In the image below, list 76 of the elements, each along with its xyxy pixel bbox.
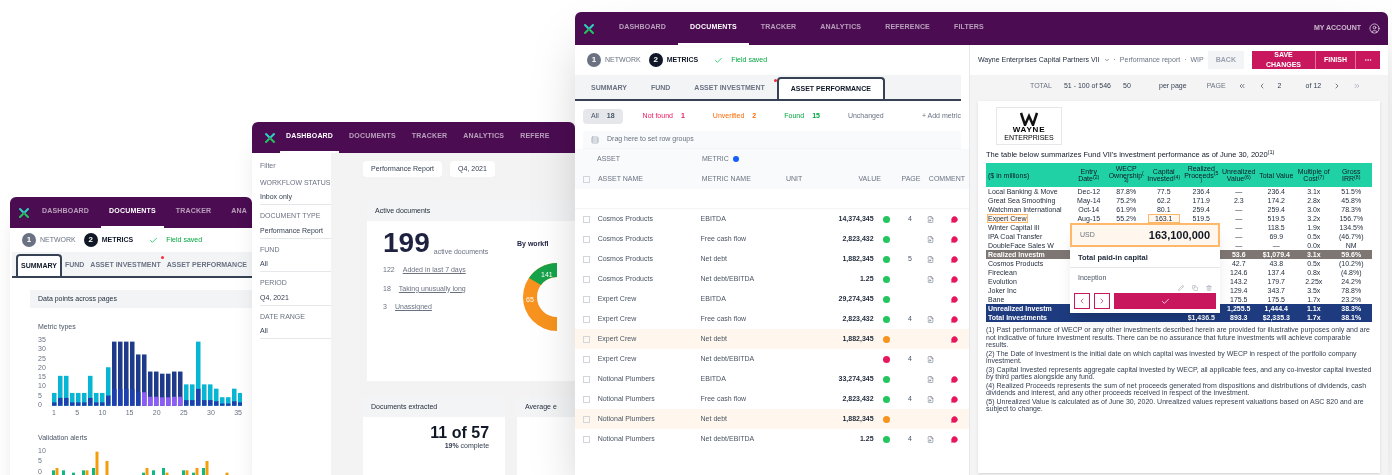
file-link-icon[interactable] [927, 275, 935, 283]
row-checkbox[interactable] [583, 435, 590, 443]
row-checkbox[interactable] [583, 315, 590, 323]
next-button[interactable] [1094, 293, 1110, 310]
bar-pair [92, 451, 99, 475]
row-checkbox[interactable] [583, 335, 590, 343]
comment-icon[interactable] [951, 235, 959, 243]
more-icon [1364, 56, 1372, 64]
row-checkbox[interactable] [583, 375, 590, 383]
bar-pair [225, 472, 229, 475]
row-checkbox[interactable] [583, 235, 590, 243]
big-number: 11 of 57 [430, 425, 490, 441]
row-checkbox[interactable] [583, 395, 590, 403]
bar-pair [72, 472, 75, 475]
bar-pair [162, 467, 169, 475]
file-link-icon[interactable] [927, 255, 935, 263]
bar-pair [62, 469, 65, 475]
file-link-icon[interactable] [927, 395, 935, 403]
comment-icon[interactable] [951, 315, 959, 323]
first-page-icon[interactable] [1237, 82, 1246, 90]
more-button[interactable] [1355, 51, 1380, 69]
logo-icon [18, 206, 30, 219]
comment-icon[interactable] [951, 295, 959, 303]
row-checkbox[interactable] [583, 275, 590, 283]
step-number: 2 [648, 53, 663, 67]
step-number: 2 [83, 233, 98, 247]
bar-pair [82, 469, 89, 475]
logo-mark-icon [1020, 111, 1038, 126]
row-checkbox[interactable] [583, 295, 590, 303]
chevron-right-icon [1098, 297, 1106, 306]
comment-icon[interactable] [951, 415, 959, 423]
logo-text: WAYNE [1012, 125, 1046, 134]
row-checkbox[interactable] [583, 415, 590, 423]
file-link-icon[interactable] [927, 315, 935, 323]
comment-icon[interactable] [951, 395, 959, 403]
bar-pair [152, 469, 155, 475]
step-number: 1 [587, 53, 601, 67]
bar-pair [105, 460, 109, 475]
file-link-icon[interactable] [927, 435, 935, 443]
confirm-button[interactable] [1114, 293, 1216, 310]
bar-pair [182, 469, 189, 475]
bar-pair [202, 460, 209, 475]
file-link-icon[interactable] [927, 235, 935, 243]
comment-icon[interactable] [951, 375, 959, 383]
bar-pair [192, 467, 199, 475]
row-checkbox[interactable] [583, 215, 590, 223]
user-avatar-icon[interactable] [1369, 23, 1380, 34]
comment-icon[interactable] [951, 255, 959, 263]
big-number: 199 [383, 229, 430, 257]
step-number: 1 [22, 233, 36, 247]
copy-icon[interactable] [1192, 285, 1198, 291]
check-icon [149, 235, 159, 245]
comment-icon[interactable] [951, 215, 959, 223]
comment-icon[interactable] [951, 335, 959, 343]
logo-icon [264, 131, 276, 144]
last-page-icon[interactable] [1353, 82, 1362, 90]
comment-icon[interactable] [951, 275, 959, 283]
caret-icon [1103, 57, 1110, 63]
delete-icon[interactable] [1206, 285, 1212, 291]
row-checkbox[interactable] [583, 255, 590, 263]
edit-icon[interactable] [1178, 285, 1184, 291]
comment-icon[interactable] [951, 435, 959, 443]
file-link-icon[interactable] [927, 355, 935, 363]
chevron-left-icon [1078, 297, 1086, 306]
select-all-checkbox[interactable] [583, 175, 590, 183]
bar-pair [52, 467, 59, 475]
file-link-icon[interactable] [927, 375, 935, 383]
check-icon [1160, 296, 1170, 306]
row-checkbox[interactable] [583, 355, 590, 363]
field-value: 163,100,000 [1148, 228, 1210, 243]
check-icon [714, 55, 724, 65]
file-link-icon[interactable] [927, 215, 935, 223]
bar-pair [142, 467, 149, 475]
row-groups-icon [591, 135, 599, 144]
previous-button[interactable] [1074, 293, 1090, 310]
logo-icon [583, 22, 595, 35]
